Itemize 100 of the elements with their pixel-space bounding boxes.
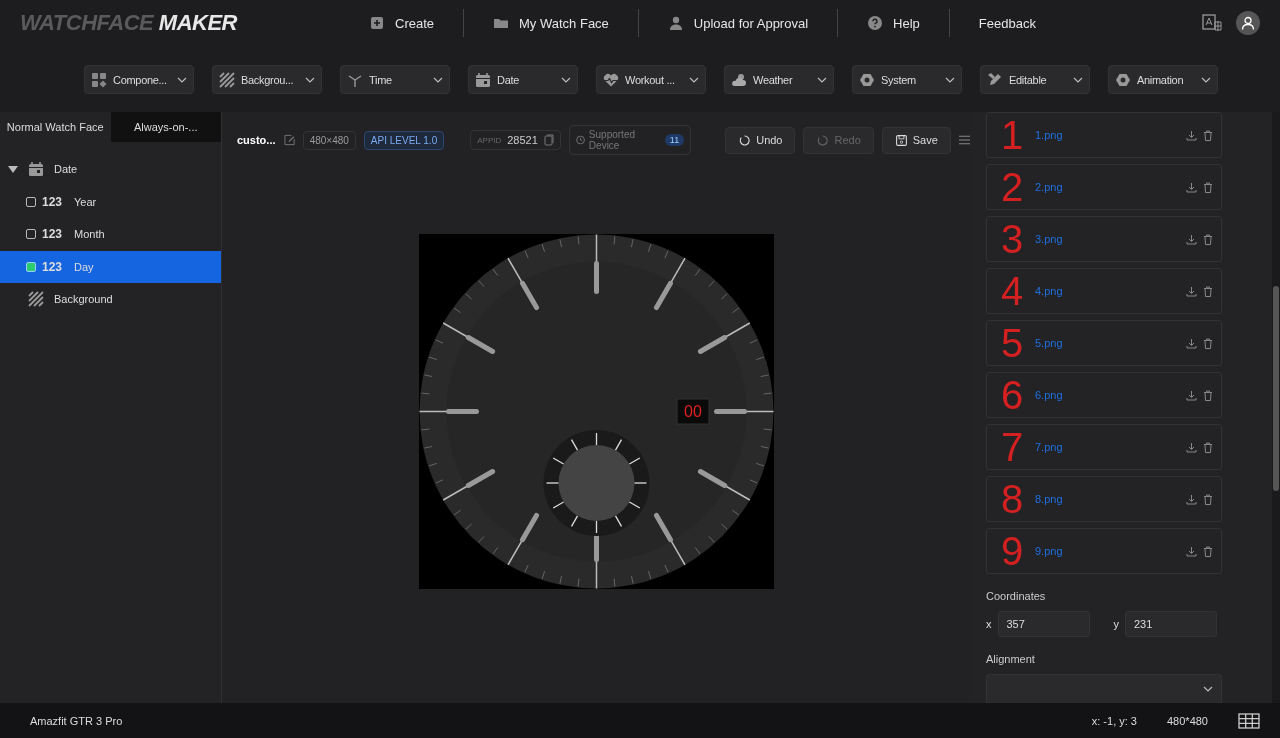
edit-icon xyxy=(283,134,295,146)
sidebar-tab[interactable]: Always-on-... xyxy=(110,112,221,142)
digit-thumbnail: 8 xyxy=(999,479,1025,519)
chevron-down-icon xyxy=(433,75,443,84)
section-label: Coordinates xyxy=(986,590,1047,603)
plus-icon xyxy=(369,15,385,31)
action-button[interactable]: Undo xyxy=(725,126,796,154)
digit-thumbnail: 1 xyxy=(999,115,1025,155)
number-glyph: 123 xyxy=(42,194,63,209)
nav-link[interactable]: My Watch Face xyxy=(464,15,638,31)
menu-icon xyxy=(958,134,970,146)
chevron-down-icon xyxy=(1203,685,1213,693)
trash-icon xyxy=(1203,389,1213,401)
copy-icon xyxy=(543,134,554,146)
download-icon xyxy=(1186,389,1197,401)
shapes-icon xyxy=(91,71,107,88)
component-dropdown[interactable]: Editable xyxy=(980,65,1090,94)
digit-thumbnail: 4 xyxy=(999,271,1025,311)
device-name: Amazfit GTR 3 Pro xyxy=(30,714,124,727)
nav-link[interactable]: Upload for Approval xyxy=(638,15,838,31)
appid-value: 28521 xyxy=(507,134,538,146)
tree-item[interactable]: 123 Day xyxy=(0,250,221,283)
digit-thumbnail: 3 xyxy=(999,219,1025,259)
trash-icon xyxy=(1203,493,1213,505)
appid-label: APPID xyxy=(477,135,502,145)
canvas-size: 480*480 xyxy=(1167,714,1208,727)
digit-thumbnail: 6 xyxy=(999,375,1025,415)
input-field[interactable]: 357 xyxy=(997,611,1090,637)
pencil-icon xyxy=(987,71,1003,88)
field-label: y xyxy=(1113,618,1119,630)
nav-link[interactable]: Help xyxy=(838,15,949,31)
tree-item[interactable]: 123 Month xyxy=(0,218,221,251)
component-dropdown[interactable]: Animation xyxy=(1108,65,1218,94)
nav-link[interactable]: Create xyxy=(340,15,464,31)
stripes-icon xyxy=(219,71,235,88)
grid-icon xyxy=(1238,712,1260,729)
download-icon xyxy=(1186,285,1197,297)
download-icon xyxy=(1186,545,1197,557)
trash-icon xyxy=(1203,545,1213,557)
logo: WATCHFACE MAKER xyxy=(20,10,239,36)
save-icon xyxy=(894,133,908,147)
chevron-down-icon xyxy=(817,75,827,84)
hexagon-icon xyxy=(1115,71,1131,88)
calendar-icon xyxy=(28,161,44,178)
number-glyph: 123 xyxy=(42,259,63,274)
api-level-tag: API LEVEL 1.0 xyxy=(363,130,445,150)
trash-icon xyxy=(1203,233,1213,245)
trash-icon xyxy=(1203,441,1213,453)
trash-icon xyxy=(1203,285,1213,297)
cursor-position: x: -1, y: 3 xyxy=(1091,714,1137,727)
tree-item[interactable]: 123 Year xyxy=(0,185,221,218)
user-avatar[interactable] xyxy=(1236,11,1260,35)
component-dropdown[interactable]: Date xyxy=(468,65,578,94)
download-icon xyxy=(1186,129,1197,141)
checkbox[interactable] xyxy=(26,196,36,207)
digit-thumbnail: 9 xyxy=(999,531,1025,571)
trash-icon xyxy=(1203,337,1213,349)
size-tag: 480×480 xyxy=(302,130,356,150)
chevron-down-icon xyxy=(689,75,699,84)
number-glyph: 123 xyxy=(42,227,63,242)
supported-device-button[interactable]: Supported Device 11 xyxy=(568,125,692,155)
section-label: Alignment xyxy=(986,653,1036,666)
stripes-icon xyxy=(28,291,44,308)
field-label: x xyxy=(986,618,992,630)
tree-label[interactable]: Date xyxy=(54,163,78,176)
component-dropdown[interactable]: Backgrou... xyxy=(212,65,322,94)
hexagon-icon xyxy=(859,71,875,88)
download-icon xyxy=(1186,181,1197,193)
tree-label: Month xyxy=(74,228,105,241)
person-icon xyxy=(667,15,684,31)
user-icon xyxy=(1241,16,1255,30)
count-badge: 11 xyxy=(664,134,685,146)
checkbox[interactable] xyxy=(26,261,36,272)
download-icon xyxy=(1186,233,1197,245)
trash-icon xyxy=(1203,129,1213,141)
action-button[interactable]: Save xyxy=(881,126,951,154)
chevron-down-icon xyxy=(1201,75,1211,84)
chevron-down-icon xyxy=(561,75,571,84)
chevron-down-icon xyxy=(177,75,187,84)
component-dropdown[interactable]: Weather xyxy=(724,65,834,94)
chevron-down-icon xyxy=(305,75,315,84)
download-icon xyxy=(1186,441,1197,453)
digit-thumbnail: 2 xyxy=(999,167,1025,207)
nav-link[interactable]: Feedback xyxy=(949,15,1065,31)
translate-icon xyxy=(1202,14,1222,32)
tree-label: Year xyxy=(74,195,97,208)
input-field[interactable]: 231 xyxy=(1125,611,1217,637)
tree-label[interactable]: Background xyxy=(54,293,113,306)
chevron-down-icon xyxy=(1073,75,1083,84)
component-dropdown[interactable]: System xyxy=(852,65,962,94)
digit-thumbnail: 7 xyxy=(999,427,1025,467)
download-icon xyxy=(1186,493,1197,505)
tree-label: Day xyxy=(74,260,94,273)
component-dropdown[interactable]: Workout ... xyxy=(596,65,706,94)
component-dropdown[interactable]: Time xyxy=(340,65,450,94)
trash-icon xyxy=(1203,181,1213,193)
checkbox[interactable] xyxy=(26,229,36,240)
component-dropdown[interactable]: Compone... xyxy=(84,65,194,94)
scrollbar-thumb[interactable] xyxy=(1273,286,1279,491)
day-value: 00 xyxy=(683,403,702,420)
